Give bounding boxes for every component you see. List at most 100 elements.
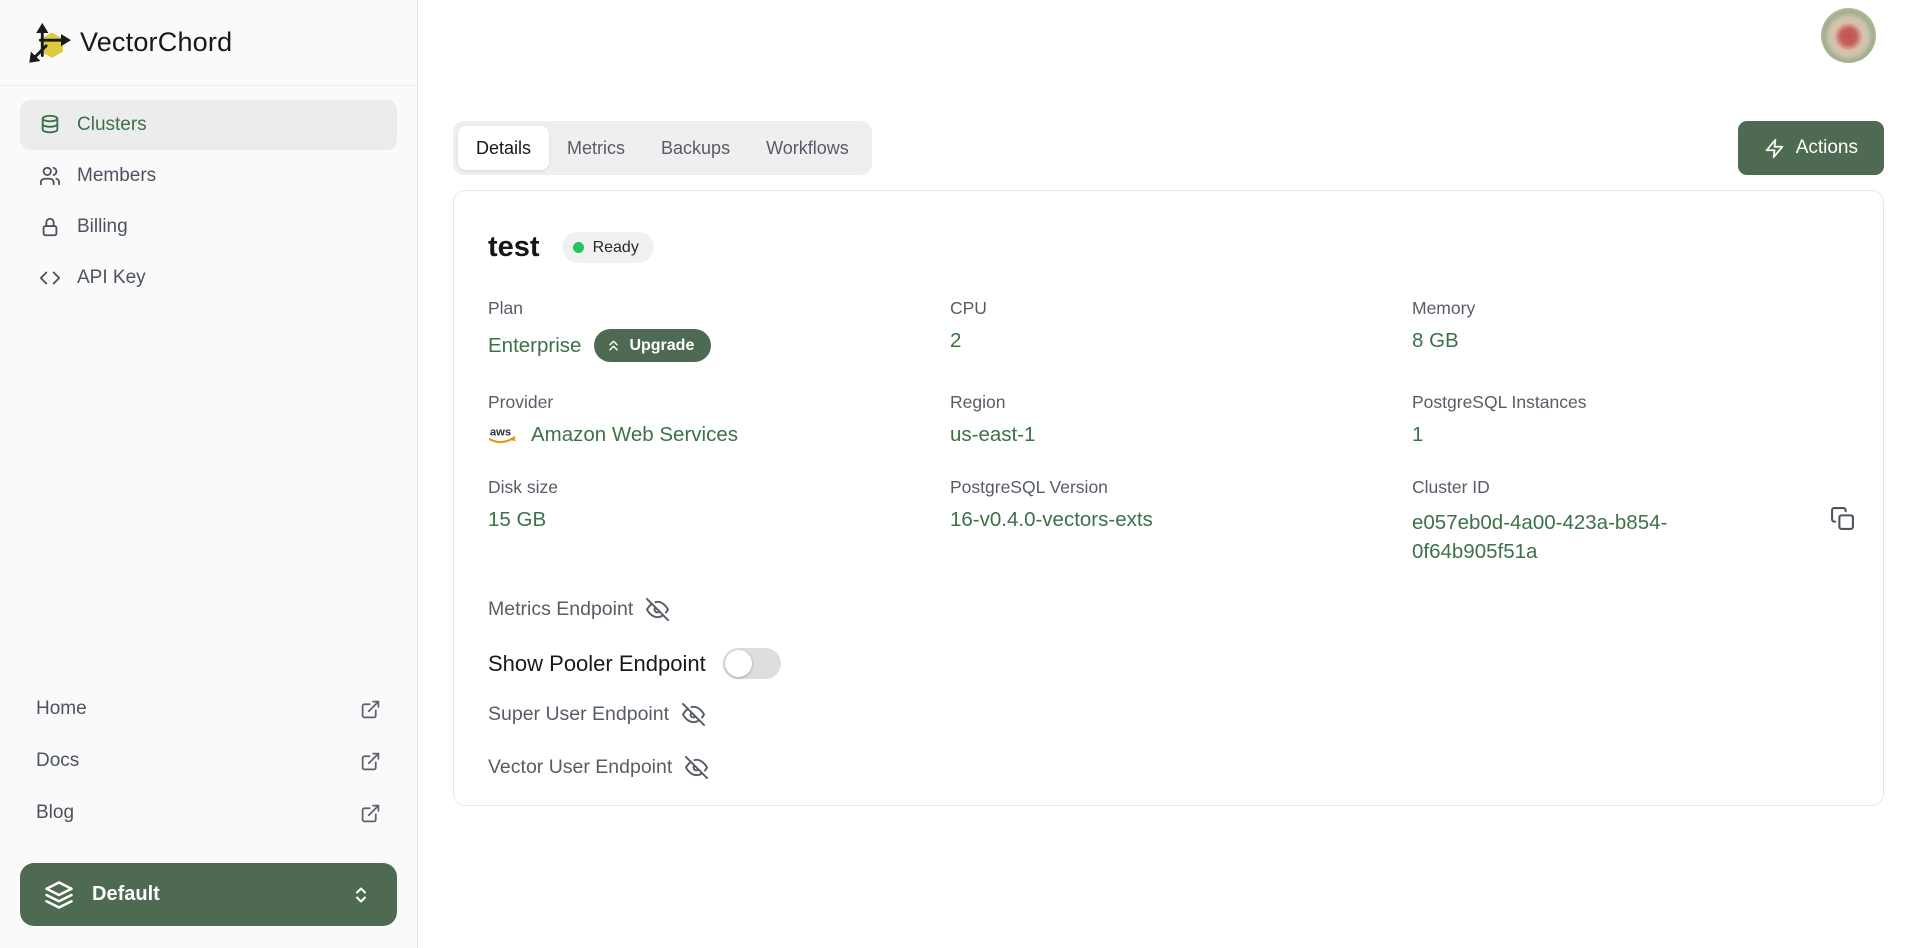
toolbar-row: Details Metrics Backups Workflows Action… bbox=[453, 121, 1884, 175]
cluster-tabs: Details Metrics Backups Workflows bbox=[453, 121, 872, 175]
field-value: 8 GB bbox=[1412, 329, 1849, 353]
vector-user-endpoint-label: Vector User Endpoint bbox=[488, 756, 672, 779]
tab-label: Workflows bbox=[766, 138, 849, 159]
tab-details[interactable]: Details bbox=[458, 126, 549, 170]
field-label: Provider bbox=[488, 392, 950, 413]
field-label: CPU bbox=[950, 298, 1412, 319]
cluster-details-card: test Ready Plan Enterprise bbox=[453, 190, 1884, 806]
vectorchord-logo-icon bbox=[26, 20, 72, 66]
user-avatar[interactable] bbox=[1821, 8, 1876, 63]
copy-cluster-id-button[interactable] bbox=[1825, 503, 1859, 537]
field-pg-instances: PostgreSQL Instances 1 bbox=[1412, 392, 1849, 447]
chevrons-up-icon bbox=[605, 337, 622, 354]
bolt-icon bbox=[1764, 138, 1785, 159]
aws-logo-icon: aws bbox=[488, 424, 518, 447]
tab-workflows[interactable]: Workflows bbox=[748, 126, 867, 170]
sidebar-item-label: Billing bbox=[77, 216, 128, 238]
tab-label: Details bbox=[476, 138, 531, 159]
field-label: Cluster ID bbox=[1412, 477, 1849, 498]
tab-label: Backups bbox=[661, 138, 730, 159]
field-value: 2 bbox=[950, 329, 1412, 353]
field-region: Region us-east-1 bbox=[950, 392, 1412, 447]
sidebar-external-links: Home Docs Blog bbox=[0, 683, 417, 853]
field-disk-size: Disk size 15 GB bbox=[488, 477, 950, 566]
sidebar-item-members[interactable]: Members bbox=[20, 151, 397, 201]
eye-off-icon[interactable] bbox=[685, 756, 708, 779]
field-value: Enterprise bbox=[488, 334, 581, 358]
app-window: VectorChord Clusters Members bbox=[0, 0, 1914, 948]
sidebar: VectorChord Clusters Members bbox=[0, 0, 418, 948]
pooler-toggle-label: Show Pooler Endpoint bbox=[488, 651, 706, 677]
field-label: PostgreSQL Instances bbox=[1412, 392, 1849, 413]
sidebar-item-label: Members bbox=[77, 165, 156, 187]
sidebar-nav: Clusters Members Billing bbox=[0, 86, 417, 303]
field-cpu: CPU 2 bbox=[950, 298, 1412, 362]
sidebar-item-api-key[interactable]: API Key bbox=[20, 253, 397, 303]
metrics-endpoint-label: Metrics Endpoint bbox=[488, 598, 633, 621]
external-link-icon bbox=[360, 803, 381, 824]
field-label: Memory bbox=[1412, 298, 1849, 319]
eye-off-icon[interactable] bbox=[682, 703, 705, 726]
copy-icon bbox=[1830, 506, 1855, 531]
field-value: us-east-1 bbox=[950, 423, 1412, 447]
field-provider: Provider aws Amazon Web Services bbox=[488, 392, 950, 447]
layers-icon bbox=[44, 880, 74, 910]
pooler-toggle-switch[interactable] bbox=[723, 648, 781, 679]
field-plan: Plan Enterprise Upgrade bbox=[488, 298, 950, 362]
users-icon bbox=[39, 165, 61, 187]
database-icon bbox=[39, 114, 61, 136]
status-badge: Ready bbox=[562, 232, 654, 263]
cluster-fields-grid: Plan Enterprise Upgrade CPU bbox=[488, 298, 1849, 566]
tab-label: Metrics bbox=[567, 138, 625, 159]
pooler-endpoint-row: Show Pooler Endpoint bbox=[488, 648, 1849, 679]
actions-label: Actions bbox=[1796, 137, 1858, 159]
brand-name: VectorChord bbox=[80, 27, 232, 58]
link-home[interactable]: Home bbox=[22, 683, 395, 735]
link-blog[interactable]: Blog bbox=[22, 787, 395, 839]
sidebar-item-label: Clusters bbox=[77, 114, 147, 136]
cluster-name: test bbox=[488, 231, 540, 264]
super-user-endpoint-row: Super User Endpoint bbox=[488, 703, 1849, 726]
upgrade-button[interactable]: Upgrade bbox=[594, 329, 711, 362]
field-memory: Memory 8 GB bbox=[1412, 298, 1849, 362]
super-user-endpoint-label: Super User Endpoint bbox=[488, 703, 669, 726]
code-icon bbox=[39, 267, 61, 289]
field-label: PostgreSQL Version bbox=[950, 477, 1412, 498]
field-pg-version: PostgreSQL Version 16-v0.4.0-vectors-ext… bbox=[950, 477, 1412, 566]
field-value: 1 bbox=[1412, 423, 1849, 447]
upgrade-label: Upgrade bbox=[629, 337, 694, 355]
eye-off-icon[interactable] bbox=[646, 598, 669, 621]
field-value: Amazon Web Services bbox=[531, 423, 738, 447]
status-label: Ready bbox=[593, 239, 639, 257]
field-value: 16-v0.4.0-vectors-exts bbox=[950, 508, 1412, 532]
brand-header[interactable]: VectorChord bbox=[0, 0, 417, 86]
lock-icon bbox=[39, 216, 61, 238]
sidebar-item-label: API Key bbox=[77, 267, 146, 289]
toggle-knob bbox=[725, 650, 752, 677]
svg-text:aws: aws bbox=[490, 426, 511, 438]
link-docs[interactable]: Docs bbox=[22, 735, 395, 787]
link-label: Docs bbox=[36, 750, 79, 772]
org-switcher-button[interactable]: Default bbox=[20, 863, 397, 926]
actions-button[interactable]: Actions bbox=[1738, 121, 1884, 175]
link-label: Blog bbox=[36, 802, 74, 824]
field-value: e057eb0d-4a00-423a-b854-0f64b905f51a bbox=[1412, 508, 1724, 566]
field-label: Region bbox=[950, 392, 1412, 413]
field-value: 15 GB bbox=[488, 508, 950, 532]
link-label: Home bbox=[36, 698, 87, 720]
org-name: Default bbox=[92, 883, 160, 906]
field-label: Disk size bbox=[488, 477, 950, 498]
external-link-icon bbox=[360, 751, 381, 772]
main-content: Details Metrics Backups Workflows Action… bbox=[418, 0, 1914, 948]
field-cluster-id: Cluster ID e057eb0d-4a00-423a-b854-0f64b… bbox=[1412, 477, 1849, 566]
cluster-title-row: test Ready bbox=[488, 231, 1849, 264]
sidebar-item-billing[interactable]: Billing bbox=[20, 202, 397, 252]
tab-metrics[interactable]: Metrics bbox=[549, 126, 643, 170]
status-dot-icon bbox=[573, 242, 584, 253]
vector-user-endpoint-row: Vector User Endpoint bbox=[488, 756, 1849, 779]
chevrons-up-down-icon bbox=[349, 883, 373, 907]
tab-backups[interactable]: Backups bbox=[643, 126, 748, 170]
field-label: Plan bbox=[488, 298, 950, 319]
external-link-icon bbox=[360, 699, 381, 720]
sidebar-item-clusters[interactable]: Clusters bbox=[20, 100, 397, 150]
